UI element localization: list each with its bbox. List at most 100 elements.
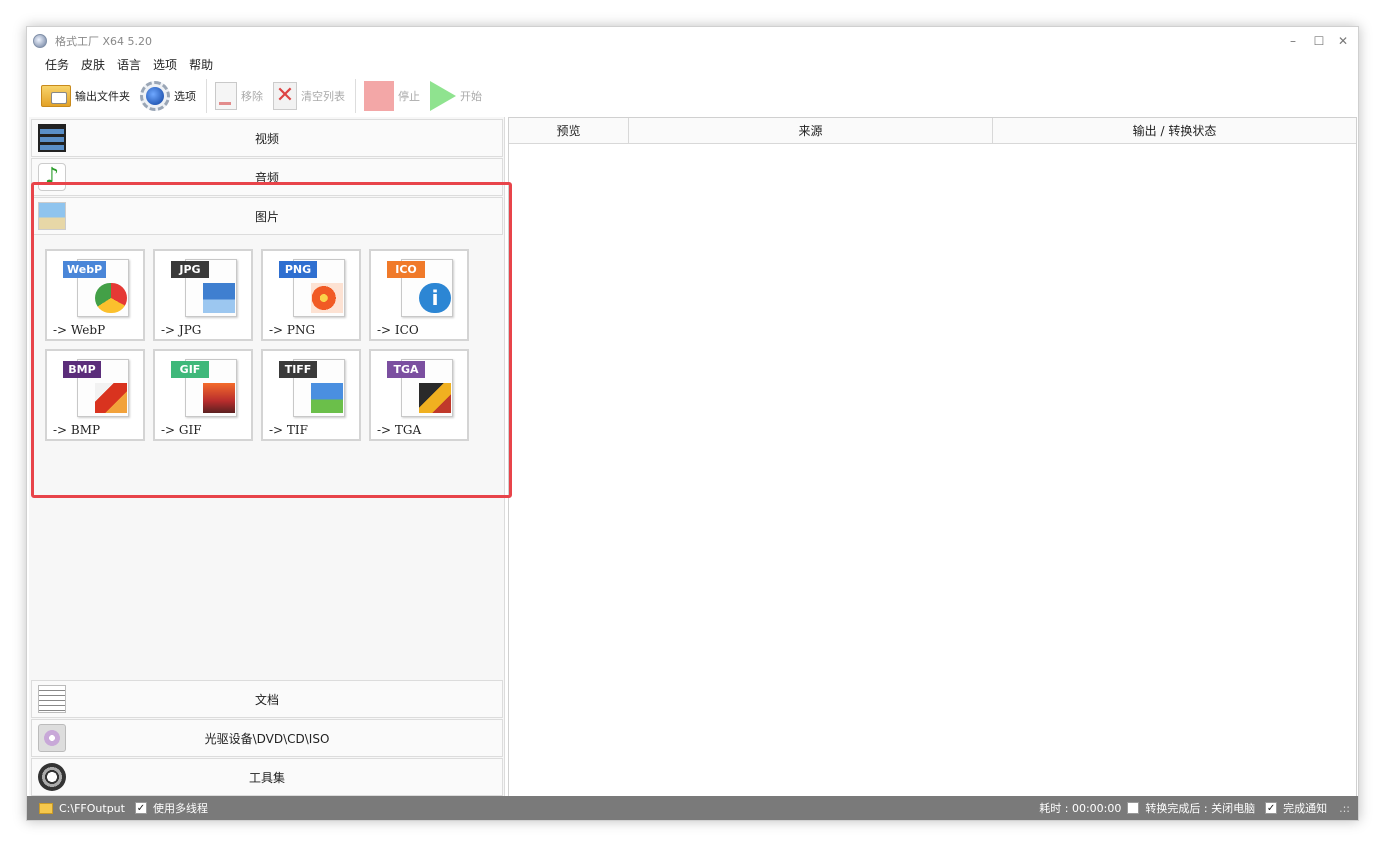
category-video-label: 视频 (254, 131, 279, 146)
film-reel-icon (38, 763, 66, 791)
stop-icon (364, 81, 394, 111)
ico-badge: ICO (387, 261, 425, 278)
resize-grip-icon[interactable]: .:: (1339, 802, 1350, 815)
output-folder-icon[interactable] (39, 802, 53, 814)
format-webp-button[interactable]: WebP -> WebP (45, 249, 145, 341)
document-edit-icon (38, 685, 66, 713)
after-convert-label[interactable]: 转换完成后 : 关闭电脑 (1145, 800, 1255, 816)
window-title: 格式工厂 X64 5.20 (55, 35, 153, 48)
format-tif-label: -> TIF (269, 423, 308, 437)
info-icon: i (419, 283, 451, 313)
format-png-button[interactable]: PNG -> PNG (261, 249, 361, 341)
remove-document-icon (215, 82, 237, 110)
format-jpg-label: -> JPG (161, 323, 202, 337)
category-video[interactable]: 视频 (31, 119, 503, 157)
multithread-checkbox[interactable]: ✓ (134, 802, 147, 814)
column-source[interactable]: 来源 (629, 118, 993, 144)
menu-skin[interactable]: 皮肤 (75, 55, 111, 75)
start-button[interactable]: 开始 (430, 78, 482, 114)
flower-icon (311, 283, 343, 313)
maximize-button[interactable]: ☐ (1306, 31, 1332, 51)
stop-label: 停止 (398, 90, 420, 103)
output-folder-button[interactable]: 输出文件夹 (41, 78, 130, 114)
category-document[interactable]: 文档 (31, 680, 503, 718)
stop-button[interactable]: 停止 (364, 78, 420, 114)
column-preview[interactable]: 预览 (509, 118, 629, 144)
png-badge: PNG (279, 261, 317, 278)
format-tga-button[interactable]: TGA -> TGA (369, 349, 469, 441)
notify-checkbox[interactable]: ✓ (1265, 802, 1278, 814)
menu-help[interactable]: 帮助 (183, 55, 219, 75)
toolbar-divider (355, 79, 356, 113)
format-bmp-label: -> BMP (53, 423, 101, 437)
format-png-label: -> PNG (269, 323, 316, 337)
format-bmp-button[interactable]: BMP -> BMP (45, 349, 145, 441)
toolbar: 输出文件夹 选项 移除 ✕ 清空列表 停止 开始 (27, 77, 1358, 115)
format-tif-button[interactable]: TIFF -> TIF (261, 349, 361, 441)
status-right-group: 耗时 : 00:00:00 转换完成后 : 关闭电脑 ✓ 完成通知 .:: (1033, 796, 1350, 820)
tga-image-icon (419, 383, 451, 413)
format-ico-button[interactable]: ICO i -> ICO (369, 249, 469, 341)
remove-button[interactable]: 移除 (215, 78, 263, 114)
toolbar-divider (206, 79, 207, 113)
notify-label: 完成通知 (1283, 802, 1328, 815)
disc-icon (38, 724, 66, 752)
format-gif-label: -> GIF (161, 423, 202, 437)
tiff-badge: TIFF (279, 361, 317, 378)
column-output-status[interactable]: 输出 / 转换状态 (993, 118, 1356, 144)
format-webp-label: -> WebP (53, 323, 106, 337)
menu-options[interactable]: 选项 (147, 55, 183, 75)
category-image-label: 图片 (254, 209, 279, 224)
format-gif-button[interactable]: GIF -> GIF (153, 349, 253, 441)
category-tools-label: 工具集 (248, 770, 285, 785)
format-jpg-button[interactable]: JPG -> JPG (153, 249, 253, 341)
meadow-icon (311, 383, 343, 413)
output-folder-label: 输出文件夹 (75, 90, 130, 103)
gear-icon (140, 81, 170, 111)
category-audio-label: 音频 (254, 170, 279, 185)
clear-list-icon: ✕ (273, 82, 297, 110)
category-document-label: 文档 (254, 692, 279, 707)
app-window: 格式工厂 X64 5.20 – ☐ ✕ 任务 皮肤 语言 选项 帮助 输出文件夹… (26, 26, 1359, 821)
after-convert-checkbox[interactable] (1127, 802, 1140, 814)
paint-icon (95, 383, 127, 413)
options-label: 选项 (174, 90, 196, 103)
options-button[interactable]: 选项 (140, 78, 196, 114)
clear-list-label: 清空列表 (301, 90, 345, 103)
webp-badge: WebP (63, 261, 107, 278)
bmp-badge: BMP (63, 361, 101, 378)
sunset-icon (203, 383, 235, 413)
menu-bar: 任务 皮肤 语言 选项 帮助 (27, 55, 219, 75)
landscape-icon (203, 283, 235, 313)
gif-badge: GIF (171, 361, 209, 378)
tga-badge: TGA (387, 361, 425, 378)
category-tools[interactable]: 工具集 (31, 758, 503, 796)
folder-icon (41, 85, 71, 107)
app-logo-icon (33, 34, 47, 48)
remove-label: 移除 (241, 90, 263, 103)
output-path[interactable]: C:\FFOutput (59, 802, 125, 815)
elapsed-time: 耗时 : 00:00:00 (1039, 802, 1122, 815)
play-icon (430, 81, 456, 111)
music-note-icon: ♪ (38, 163, 66, 191)
multithread-label: 使用多线程 (152, 802, 208, 815)
clear-list-button[interactable]: ✕ 清空列表 (273, 78, 345, 114)
close-button[interactable]: ✕ (1330, 31, 1356, 51)
category-panel: 视频 ♪ 音频 图片 WebP -> WebP JPG -> JPG PNG -… (29, 117, 505, 797)
category-disc-label: 光驱设备\DVD\CD\ISO (204, 731, 330, 746)
status-bar: C:\FFOutput ✓ 使用多线程 耗时 : 00:00:00 转换完成后 … (27, 796, 1358, 820)
jpg-badge: JPG (171, 261, 209, 278)
category-disc[interactable]: 光驱设备\DVD\CD\ISO (31, 719, 503, 757)
chrome-icon (95, 283, 127, 313)
task-list-panel: 预览 来源 输出 / 转换状态 (508, 117, 1357, 797)
category-audio[interactable]: ♪ 音频 (31, 158, 503, 196)
menu-task[interactable]: 任务 (39, 55, 75, 75)
menu-language[interactable]: 语言 (111, 55, 147, 75)
format-ico-label: -> ICO (377, 323, 419, 337)
category-image[interactable]: 图片 (31, 197, 503, 235)
start-label: 开始 (460, 90, 482, 103)
title-bar: 格式工厂 X64 5.20 – ☐ ✕ (27, 27, 1358, 55)
picture-icon (38, 202, 66, 230)
film-icon (38, 124, 66, 152)
minimize-button[interactable]: – (1280, 31, 1306, 51)
